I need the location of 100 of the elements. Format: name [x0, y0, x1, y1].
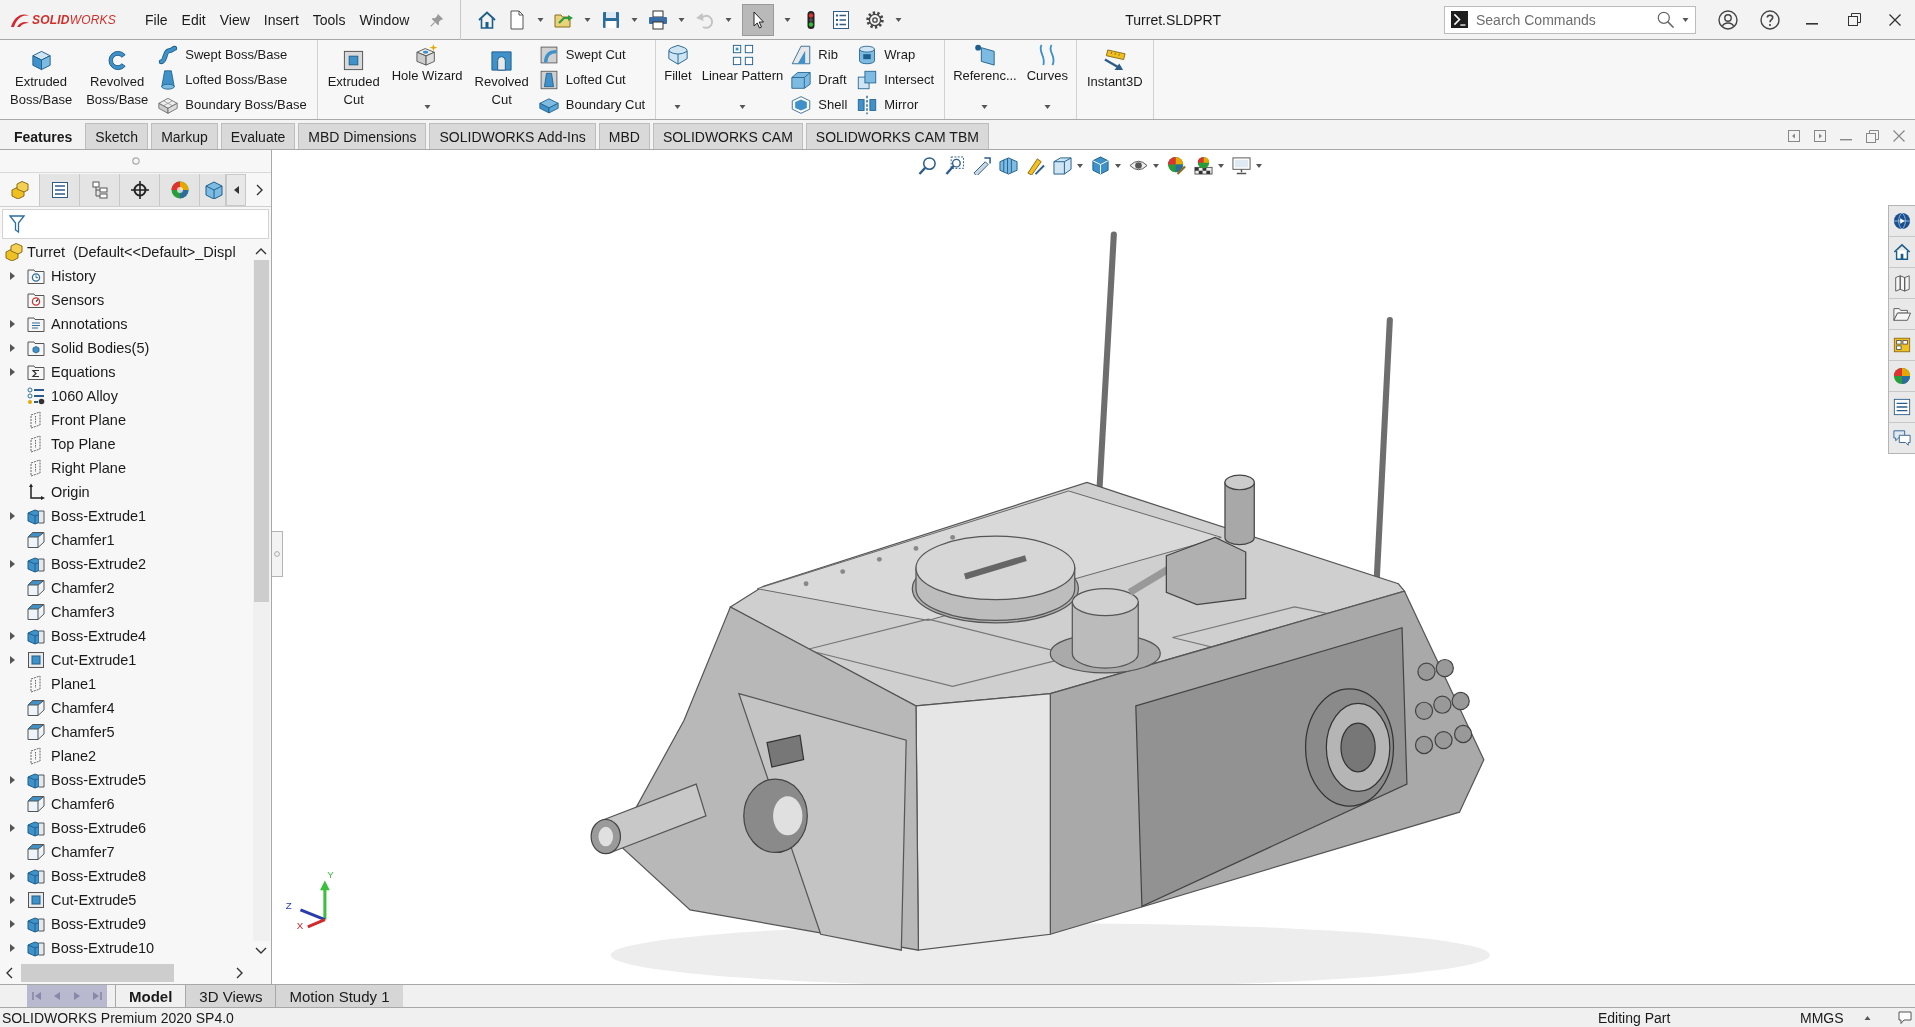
command-button[interactable]: Boundary Cut	[538, 92, 650, 117]
caret-icon[interactable]	[1115, 163, 1121, 168]
home-icon[interactable]	[477, 9, 498, 30]
scroll-left-icon[interactable]	[6, 967, 13, 979]
menu-item[interactable]: Window	[352, 7, 417, 32]
command-button[interactable]: Instant3D	[1079, 40, 1150, 119]
tile-left-icon[interactable]	[1788, 130, 1800, 142]
caret-icon[interactable]	[1218, 163, 1224, 168]
filter-field[interactable]	[2, 209, 269, 239]
tab[interactable]: SOLIDWORKS CAM TBM	[805, 123, 989, 149]
tab[interactable]: Evaluate	[220, 123, 296, 149]
chat-bubbles-icon[interactable]	[1893, 429, 1911, 447]
expand-arrow-icon[interactable]	[9, 656, 15, 664]
help-icon[interactable]	[1760, 9, 1780, 30]
tree-root-item[interactable]: Turret (Default<<Default>_Displ	[5, 242, 236, 262]
list-icon[interactable]	[831, 9, 852, 30]
expand-arrow-icon[interactable]	[9, 512, 15, 520]
tree-item[interactable]: Right Plane	[27, 458, 126, 478]
command-button[interactable]: Referenc...	[948, 40, 1022, 119]
scroll-left-icon[interactable]	[233, 186, 239, 194]
shaded-cube-icon[interactable]	[1091, 156, 1110, 175]
tile-right-icon[interactable]	[1814, 130, 1826, 142]
caret-icon[interactable]	[678, 17, 686, 22]
menu-item[interactable]: Tools	[305, 7, 353, 32]
caret-icon[interactable]	[784, 17, 792, 22]
command-button[interactable]: Rib	[791, 42, 852, 67]
tree-item[interactable]: Boss-Extrude5	[27, 770, 147, 790]
expand-arrow-icon[interactable]	[9, 896, 15, 904]
globe-icon[interactable]	[1893, 212, 1911, 230]
printer-icon[interactable]	[648, 9, 669, 30]
sliced-block-icon[interactable]	[999, 156, 1018, 175]
expand-arrow-icon[interactable]	[9, 368, 15, 376]
open-folder-icon[interactable]	[1893, 305, 1911, 323]
scroll-down-icon[interactable]	[255, 947, 267, 954]
panel-tab[interactable]	[40, 174, 80, 206]
caret-icon[interactable]	[725, 17, 733, 22]
tab[interactable]: SOLIDWORKS CAM	[652, 123, 803, 149]
command-button[interactable]: Mirror	[857, 92, 939, 117]
pencil-arrow-icon[interactable]	[972, 156, 991, 175]
scroll-up-icon[interactable]	[255, 248, 267, 255]
select-tool-button[interactable]	[742, 3, 775, 36]
caret-icon[interactable]	[1256, 163, 1262, 168]
gear-icon[interactable]	[865, 9, 886, 30]
cube-icon[interactable]	[1053, 156, 1072, 175]
command-button[interactable]: Wrap	[857, 42, 939, 67]
command-button[interactable]: Lofted Cut	[538, 67, 650, 92]
panel-tab[interactable]	[120, 174, 160, 206]
tree-item[interactable]: Origin	[27, 482, 90, 502]
tree-item[interactable]: Annotations	[27, 314, 128, 334]
tree-item[interactable]: History	[27, 266, 97, 286]
scroll-right-icon[interactable]	[236, 967, 243, 979]
command-button[interactable]: Swept Boss/Base	[158, 42, 311, 67]
tree-item[interactable]: Chamfer4	[27, 698, 115, 718]
command-button[interactable]: Fillet	[659, 40, 697, 119]
tree-item[interactable]: Boss-Extrude8	[27, 866, 147, 886]
tree-item[interactable]: Boss-Extrude2	[27, 554, 147, 574]
caret-icon[interactable]	[895, 17, 903, 22]
tree-item[interactable]: Chamfer2	[27, 578, 115, 598]
tree-item[interactable]: Boss-Extrude6	[27, 818, 147, 838]
grip-dot-icon[interactable]	[274, 551, 280, 557]
command-button[interactable]: Extruded Boss/Base	[3, 40, 80, 119]
tree-item[interactable]: Chamfer3	[27, 602, 115, 622]
command-button[interactable]: Swept Cut	[538, 42, 650, 67]
expand-arrow-icon[interactable]	[9, 272, 15, 280]
pencil-icon[interactable]	[1026, 156, 1045, 175]
color-ball-pencil-icon[interactable]	[1167, 156, 1186, 175]
tree-item[interactable]: Solid Bodies(5)	[27, 338, 150, 358]
tree-item[interactable]: Top Plane	[27, 434, 116, 454]
restore-icon[interactable]	[1848, 13, 1861, 26]
tree-item[interactable]: Front Plane	[27, 410, 126, 430]
pin-icon[interactable]	[430, 12, 445, 27]
command-button[interactable]: Lofted Boss/Base	[158, 67, 311, 92]
expand-arrow-icon[interactable]	[9, 320, 15, 328]
grip-dot-icon[interactable]	[131, 157, 140, 165]
scrollbar-thumb[interactable]	[253, 260, 269, 602]
tab[interactable]: SOLIDWORKS Add-Ins	[429, 123, 596, 149]
caret-up-icon[interactable]	[1864, 1015, 1871, 1020]
tree-item[interactable]: Equations	[27, 362, 116, 382]
tree-item[interactable]: Chamfer5	[27, 722, 115, 742]
tree-item[interactable]: Plane2	[27, 746, 97, 766]
tree-item[interactable]: 1060 Alloy	[27, 386, 118, 406]
tree-item[interactable]: Boss-Extrude10	[27, 938, 155, 958]
command-button[interactable]: Revolved Boss/Base	[79, 40, 156, 119]
tab[interactable]: MBD Dimensions	[298, 123, 427, 149]
filter-icon[interactable]	[9, 215, 25, 233]
expand-arrow-icon[interactable]	[9, 344, 15, 352]
tree-item[interactable]: Chamfer1	[27, 530, 115, 550]
command-button[interactable]: Boundary Boss/Base	[158, 92, 311, 117]
command-button[interactable]: Curves	[1021, 40, 1073, 119]
tree-item[interactable]: Boss-Extrude9	[27, 914, 147, 934]
command-button[interactable]: Draft	[791, 67, 852, 92]
tree-item[interactable]: Sensors	[27, 290, 105, 310]
search-field[interactable]: Search Commands	[1444, 5, 1696, 34]
tab[interactable]: Sketch	[85, 123, 149, 149]
panel-layout-icon[interactable]	[1893, 336, 1911, 354]
expand-arrow-icon[interactable]	[9, 824, 15, 832]
folded-map-icon[interactable]	[1893, 274, 1911, 292]
menu-item[interactable]: Insert	[256, 7, 306, 32]
expand-arrow-icon[interactable]	[9, 872, 15, 880]
scrollbar-thumb[interactable]	[21, 964, 174, 982]
